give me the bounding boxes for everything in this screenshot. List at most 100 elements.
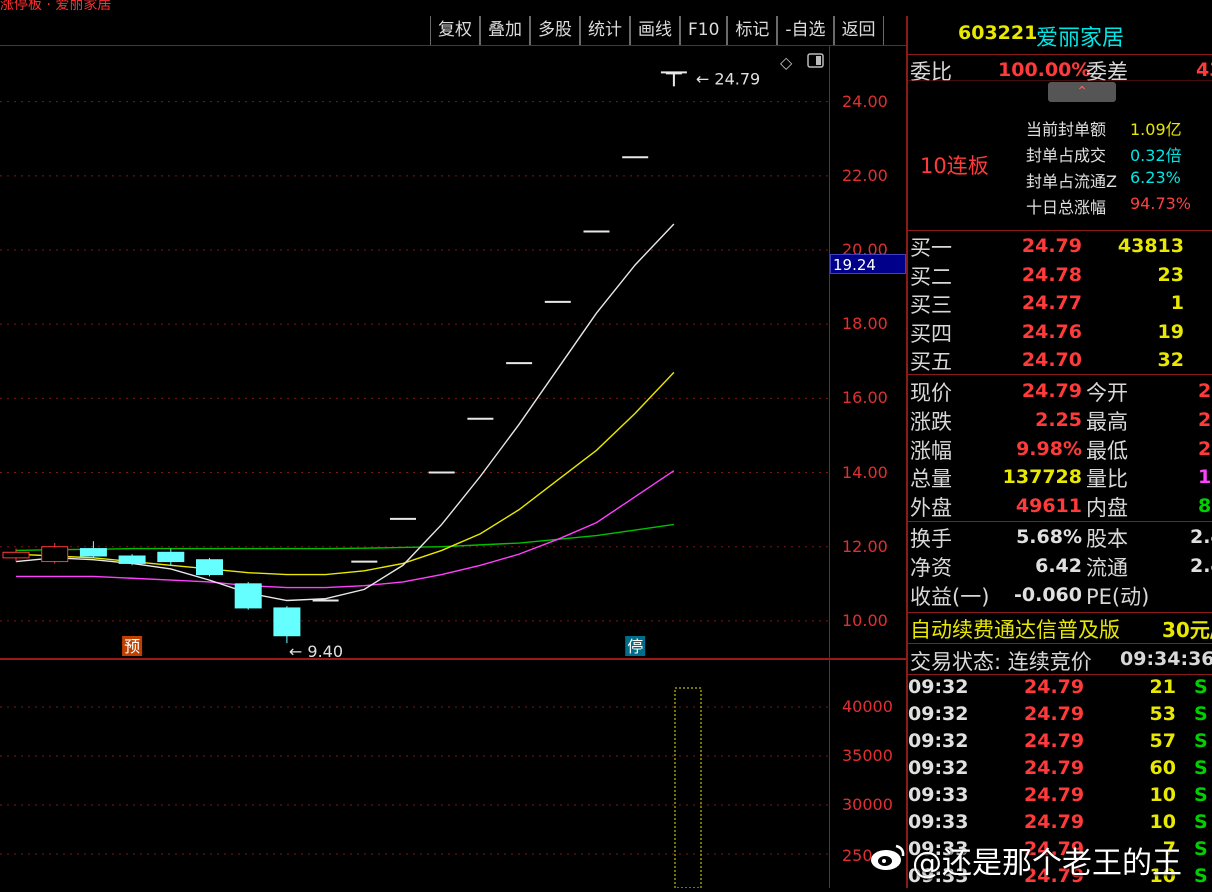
- quote-label: 总量: [910, 467, 952, 492]
- toolbar-button-2[interactable]: 多股: [530, 16, 580, 45]
- quote-value: 24.79: [1021, 380, 1082, 402]
- candle: [79, 541, 107, 558]
- fund-label: 收益(一): [910, 584, 990, 609]
- bid-price[interactable]: 24.78: [1014, 264, 1082, 286]
- tick-side: S: [1194, 784, 1208, 806]
- fund-value-2: 2.4: [1190, 526, 1212, 548]
- weibo-logo-icon: [871, 844, 905, 870]
- tick-volume: 60: [1149, 757, 1176, 779]
- bid-price[interactable]: 24.70: [1014, 349, 1082, 371]
- toolbar-button-8[interactable]: 返回: [833, 16, 884, 45]
- volume-chart[interactable]: [0, 660, 906, 888]
- bid-label: 买四: [910, 321, 952, 346]
- tick-price: 24.79: [1024, 676, 1085, 698]
- tick-side: S: [1194, 676, 1208, 698]
- seal-value: 6.23%: [1130, 168, 1181, 187]
- tick-row: 09:32 24.79 21 S: [908, 676, 1212, 703]
- limit-streak: 10连板: [920, 154, 989, 178]
- fund-value-2: 2.4: [1190, 554, 1212, 577]
- window-top-strip: 涨停板 · 爱丽家居: [0, 0, 1212, 14]
- quote-panel: 603221 爱丽家居 委比 100.00% 委差 43 ⌃ 10连板 当前封单…: [906, 16, 1212, 888]
- price-tick: 16.00: [842, 388, 888, 408]
- candle: [234, 581, 262, 610]
- low-price-label: ← 9.40: [289, 642, 343, 658]
- chart-toolbar: 复权 叠加 多股 统计 画线 F10 标记 -自选 返回: [430, 16, 884, 45]
- fund-label-2: 流通: [1086, 555, 1128, 580]
- quote-value: 137728: [1002, 466, 1082, 489]
- tick-price: 24.79: [1024, 730, 1085, 752]
- quote-value-2: 2: [1198, 408, 1212, 431]
- toolbar-button-0[interactable]: 复权: [430, 16, 480, 45]
- tick-volume: 21: [1149, 676, 1176, 698]
- quote-label: 涨跌: [910, 409, 952, 434]
- bid-price[interactable]: 24.77: [1014, 292, 1082, 314]
- seal-label: 封单占成交: [1026, 146, 1107, 165]
- tick-side: S: [1194, 757, 1208, 779]
- quote-label-2: 今开: [1086, 381, 1128, 405]
- tick-price: 24.79: [1024, 784, 1085, 806]
- ad-banner[interactable]: 自动续费通达信普及版: [910, 614, 1120, 644]
- svg-text:预: 预: [124, 637, 140, 656]
- tick-time: 09:33: [908, 811, 969, 833]
- quote-value: 49611: [1015, 495, 1082, 518]
- bid-price[interactable]: 24.76: [1014, 321, 1082, 343]
- order-ratio-value: 100.00%: [998, 59, 1091, 81]
- quote-label-2: 量比: [1086, 467, 1128, 492]
- tick-time: 09:32: [908, 757, 969, 779]
- svg-text:停: 停: [627, 637, 643, 656]
- seal-value: 1.09亿: [1130, 120, 1182, 139]
- pre-tag: 预: [122, 636, 143, 656]
- toolbar-button-4[interactable]: 画线: [630, 16, 680, 45]
- tick-time: 09:33: [908, 784, 969, 806]
- volume-bar: [674, 687, 702, 888]
- tick-volume: 57: [1149, 730, 1176, 752]
- tick-row: 09:32 24.79 53 S: [908, 703, 1212, 730]
- tick-side: S: [1194, 811, 1208, 833]
- toolbar-button-7[interactable]: -自选: [777, 16, 834, 45]
- tick-time: 09:32: [908, 676, 969, 698]
- toolbar-button-3[interactable]: 统计: [580, 16, 630, 45]
- fund-label-2: PE(动): [1086, 584, 1150, 609]
- bid-volume: 32: [1157, 349, 1184, 371]
- quote-label: 现价: [910, 381, 952, 405]
- toolbar-button-5[interactable]: F10: [680, 16, 728, 45]
- stock-name[interactable]: 爱丽家居: [1036, 20, 1124, 52]
- tick-side: S: [1194, 865, 1208, 887]
- quote-label-2: 最高: [1086, 409, 1128, 434]
- ma10-line: [15, 371, 675, 576]
- candle: [118, 554, 146, 566]
- tick-row: 09:32 24.79 60 S: [908, 757, 1212, 784]
- toolbar-button-6[interactable]: 标记: [727, 16, 778, 45]
- quote-label-2: 内盘: [1086, 496, 1128, 521]
- candle: [196, 557, 223, 577]
- candle: [273, 606, 301, 644]
- axis-line: [829, 46, 830, 888]
- order-ratio-label: 委比: [910, 60, 952, 84]
- candle: [41, 543, 69, 564]
- quote-value-2: 2: [1198, 437, 1212, 460]
- price-tick: 14.00: [842, 462, 888, 482]
- expand-up-button[interactable]: ⌃: [1048, 82, 1116, 102]
- candle: [157, 548, 185, 566]
- quote-value: 9.98%: [1016, 437, 1082, 460]
- bid-volume: 19: [1157, 320, 1184, 343]
- seal-label: 封单占流通Z: [1026, 172, 1117, 191]
- seal-value: 94.73%: [1130, 194, 1192, 213]
- toolbar-button-1[interactable]: 叠加: [480, 16, 530, 45]
- fund-value: 5.68%: [1016, 526, 1082, 548]
- order-diff-value: 43: [1196, 59, 1212, 81]
- quote-label: 涨幅: [910, 438, 952, 463]
- ma20-line: [16, 470, 675, 589]
- fund-label-2: 股本: [1086, 527, 1128, 551]
- price-tick: 18.00: [842, 314, 888, 334]
- tick-price: 24.79: [1024, 811, 1085, 833]
- price-tick: 22.00: [842, 165, 888, 185]
- window-title: 涨停板 · 爱丽家居: [0, 0, 112, 13]
- kline-chart[interactable]: ← 24.79 ← 9.40 预 停 ◇: [0, 46, 906, 658]
- fund-label: 净资: [910, 555, 952, 580]
- bid-price[interactable]: 24.79: [1014, 235, 1082, 257]
- ma5-line: [15, 223, 675, 602]
- ad-price[interactable]: 30元/: [1162, 614, 1212, 643]
- tick-price: 24.79: [1024, 703, 1085, 725]
- fund-value: -0.060: [1014, 583, 1082, 606]
